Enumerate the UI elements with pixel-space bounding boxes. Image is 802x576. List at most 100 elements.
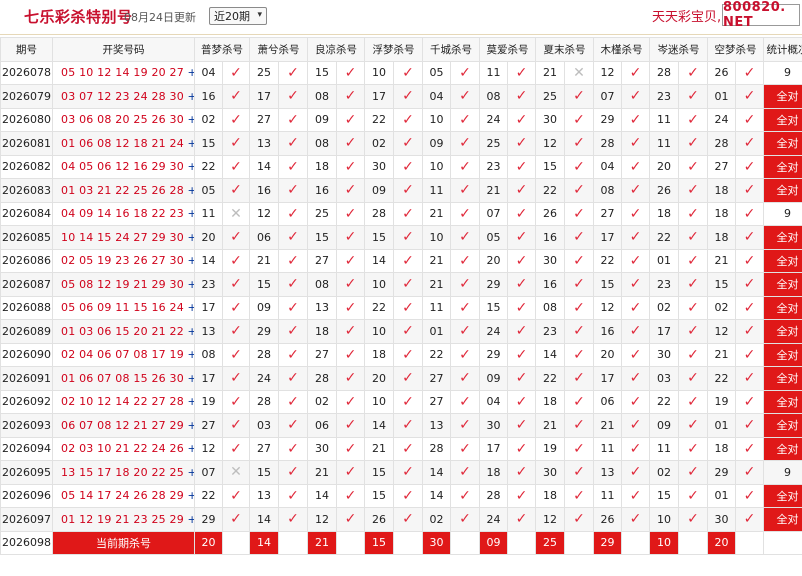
- main-numbers: 05 08 12 19 21 29 30: [61, 277, 184, 291]
- table-row: 202609513 15 17 18 20 22 25 + 0707 ✕ 15 ✓ 21…: [0, 460, 802, 485]
- empty-cell: [678, 530, 708, 555]
- stat-count: 9: [763, 60, 802, 85]
- plus-sign: +: [184, 66, 193, 79]
- check-icon: ✓: [402, 88, 414, 105]
- current-kill-number: 20: [194, 530, 223, 555]
- kill-number: 03: [649, 366, 679, 391]
- check-icon: ✓: [629, 370, 642, 387]
- result-mark: ✓: [507, 295, 536, 320]
- period-select-value: 近20期: [214, 10, 250, 23]
- kill-number: 08: [307, 131, 337, 156]
- kill-number: 20: [593, 342, 622, 367]
- result-mark: ✓: [507, 60, 536, 85]
- kill-number: 21: [422, 201, 451, 226]
- result-mark: ✓: [507, 225, 536, 250]
- kill-number: 17: [649, 319, 679, 344]
- all-correct-badge: 全对: [763, 342, 802, 367]
- result-mark: ✓: [278, 225, 308, 250]
- check-icon: ✓: [459, 64, 471, 81]
- check-icon: ✓: [629, 511, 642, 528]
- result-mark: ✓: [450, 319, 480, 344]
- result-mark: ✓: [735, 436, 764, 461]
- kill-number: 15: [649, 483, 679, 508]
- kill-number: 29: [249, 319, 279, 344]
- check-icon: ✓: [402, 393, 414, 410]
- result-mark: ✓: [336, 366, 365, 391]
- all-correct-badge: 全对: [763, 295, 802, 320]
- check-icon: ✓: [573, 205, 585, 222]
- check-icon: ✓: [687, 417, 699, 434]
- main-numbers: 02 04 06 07 08 17 19: [61, 348, 184, 362]
- check-icon: ✓: [515, 88, 528, 105]
- check-icon: ✓: [287, 487, 299, 504]
- all-correct-badge: 全对: [763, 225, 802, 250]
- kill-number: 29: [479, 272, 508, 297]
- kill-number: 11: [649, 436, 679, 461]
- check-icon: ✓: [743, 182, 756, 199]
- result-mark: ✓: [393, 84, 423, 109]
- result-mark: ✓: [450, 413, 480, 438]
- check-icon: ✓: [344, 88, 357, 105]
- check-icon: ✓: [402, 487, 414, 504]
- result-mark: ✓: [507, 107, 536, 132]
- plus-sign: +: [184, 395, 193, 408]
- result-mark: ✓: [678, 366, 708, 391]
- result-mark: ✓: [678, 342, 708, 367]
- check-icon: ✓: [402, 464, 414, 481]
- kill-number: 14: [422, 483, 451, 508]
- check-icon: ✓: [344, 205, 357, 222]
- site-badge[interactable]: 800820. NET: [722, 0, 800, 30]
- check-icon: ✓: [743, 276, 756, 293]
- result-mark: ✓: [278, 154, 308, 179]
- check-icon: ✓: [287, 393, 299, 410]
- kill-number: 07: [479, 201, 508, 226]
- kill-number: 28: [649, 60, 679, 85]
- check-icon: ✓: [573, 252, 585, 269]
- result-mark: ✓: [735, 131, 764, 156]
- check-icon: ✓: [743, 88, 756, 105]
- kill-number: 04: [194, 60, 223, 85]
- check-icon: ✓: [573, 323, 585, 340]
- result-mark: ✓: [735, 107, 764, 132]
- result-mark: ✓: [621, 436, 650, 461]
- check-icon: ✓: [515, 464, 528, 481]
- check-icon: ✓: [573, 229, 585, 246]
- main-numbers: 05 14 17 24 26 28 29: [61, 489, 184, 503]
- check-icon: ✓: [743, 440, 756, 457]
- check-icon: ✓: [743, 299, 756, 316]
- check-icon: ✓: [743, 323, 756, 340]
- result-mark: ✓: [450, 131, 480, 156]
- all-correct-badge: 全对: [763, 272, 802, 297]
- kill-number: 22: [535, 366, 565, 391]
- kill-number: 13: [249, 131, 279, 156]
- kill-number: 15: [535, 154, 565, 179]
- kill-number: 21: [422, 248, 451, 273]
- kill-number: 29: [707, 460, 736, 485]
- check-icon: ✓: [515, 346, 528, 363]
- plus-sign: +: [184, 90, 193, 103]
- check-icon: ✓: [459, 370, 471, 387]
- empty-cell: [735, 530, 764, 555]
- kill-number: 15: [249, 272, 279, 297]
- kill-number: 08: [307, 272, 337, 297]
- kill-number: 07: [593, 84, 622, 109]
- result-mark: ✓: [222, 295, 250, 320]
- check-icon: ✓: [515, 393, 528, 410]
- kill-number: 15: [593, 272, 622, 297]
- kill-number: 29: [479, 342, 508, 367]
- check-icon: ✓: [573, 88, 585, 105]
- result-mark: ✓: [450, 342, 480, 367]
- result-mark: ✓: [678, 131, 708, 156]
- result-mark: ✓: [564, 178, 594, 203]
- period-select[interactable]: 近20期 ▾: [209, 7, 267, 25]
- check-icon: ✓: [629, 252, 642, 269]
- kill-number: 18: [535, 483, 565, 508]
- current-kill-number: 15: [364, 530, 394, 555]
- result-mark: ✓: [450, 107, 480, 132]
- check-icon: ✓: [515, 276, 528, 293]
- table-row: 202607903 07 12 23 24 28 30 + 1016 ✓ 17 ✓ 08…: [0, 84, 802, 109]
- kill-number: 22: [707, 366, 736, 391]
- kill-number: 12: [707, 319, 736, 344]
- kill-number: 21: [249, 248, 279, 273]
- kill-number: 12: [593, 295, 622, 320]
